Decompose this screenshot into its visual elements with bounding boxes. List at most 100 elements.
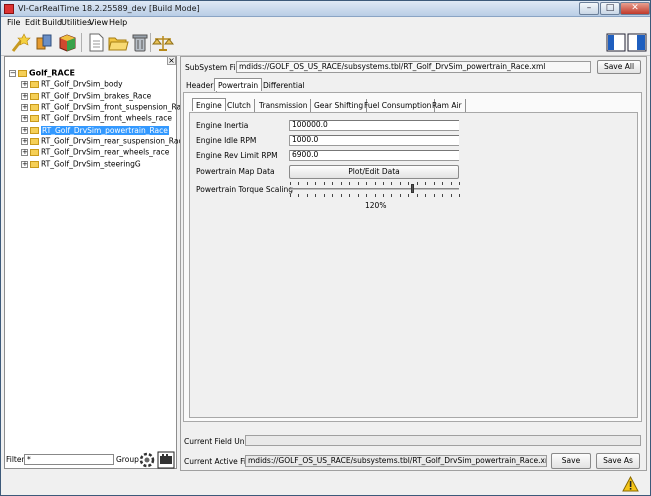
expand-icon[interactable]: + [21,126,28,134]
slider-tick [408,194,409,197]
slider-tick [315,194,316,197]
tree-root[interactable]: − Golf_RACE [9,67,75,78]
warning-icon[interactable] [622,476,639,492]
save-all-button[interactable]: Save All [597,60,641,74]
slider-tick [298,194,299,197]
expand-icon[interactable]: + [21,137,28,145]
tab-powertrain[interactable]: Powertrain [214,78,263,91]
torque-scaling-slider[interactable] [289,179,461,199]
wizard-icon[interactable] [9,32,31,53]
subtab-fuel-consumption[interactable]: Fuel Consumption [361,99,436,112]
folder-icon [30,103,39,111]
tree-item[interactable]: + RT_Golf_DrvSim_rear_wheels_race [21,146,169,157]
folder-icon [30,137,39,145]
cube-icon[interactable] [56,32,78,53]
engine-idle-rpm-label: Engine Idle RPM [196,136,257,145]
expand-icon[interactable]: + [21,80,28,88]
expand-icon[interactable]: + [21,92,28,100]
powertrain-map-label: Powertrain Map Data [196,167,275,176]
title-bar: VI-CarRealTime 18.2.25589_dev [Build Mod… [1,1,650,17]
slider-tick [442,182,443,185]
main-window: VI-CarRealTime 18.2.25589_dev [Build Mod… [0,0,651,496]
engine-icon[interactable] [157,450,175,470]
new-file-icon[interactable] [85,32,107,53]
tab-differential[interactable]: Differential [260,79,308,92]
filter-input[interactable]: * [24,454,114,465]
subtab-clutch[interactable]: Clutch [224,99,255,112]
current-active-file-label: Current Active File [184,457,253,466]
tab-header[interactable]: Header [183,79,218,92]
engine-idle-rpm-field[interactable]: 1000.0 [289,135,459,146]
folder-icon [30,126,39,134]
pane-close-button[interactable]: × [167,56,176,65]
slider-tick [358,194,359,197]
slider-tick [315,182,316,185]
slider-tick [451,194,452,197]
tree-item-selected[interactable]: + RT_Golf_DrvSim_powertrain_Race [21,124,169,135]
layout-right-icon[interactable] [626,32,648,53]
tree-item[interactable]: + RT_Golf_DrvSim_steeringG [21,158,141,169]
menu-build[interactable]: Build [42,18,62,27]
folder-icon [30,148,39,156]
engine-inertia-field[interactable]: 100000.0 [289,120,459,131]
slider-tick [400,194,401,197]
slider-tick [366,182,367,185]
collapse-icon[interactable]: − [9,69,16,77]
folder-icon [30,80,39,88]
tree-item[interactable]: + RT_Golf_DrvSim_front_wheels_race [21,112,172,123]
current-field-unit-field [245,435,641,446]
slider-tick [451,182,452,185]
tree-item[interactable]: + RT_Golf_DrvSim_brakes_Race [21,90,151,101]
menu-file[interactable]: File [7,18,20,27]
save-as-button[interactable]: Save As [596,453,640,469]
slider-tick [366,194,367,197]
tree-pane: × − Golf_RACE + RT_Golf_DrvSim_body + RT_Go… [4,56,190,469]
slider-tick [341,182,342,185]
torque-scaling-label: Powertrain Torque Scaling [196,185,294,194]
filter-row: Filter * Group [4,450,177,472]
minimize-button[interactable]: – [579,2,599,15]
subtab-ram-air[interactable]: Ram Air [429,99,466,112]
tree-item[interactable]: + RT_Golf_DrvSim_rear_suspension_Race [21,135,187,146]
slider-tick [434,182,435,185]
subtab-transmission[interactable]: Transmission [256,99,312,112]
slider-tick [349,194,350,197]
slider-tick [459,194,460,197]
menu-utilities[interactable]: Utilities [61,18,91,27]
subsystem-file-field[interactable]: mdids://GOLF_OS_US_RACE/subsystems.tbl/R… [236,61,591,73]
plot-edit-data-button[interactable]: Plot/Edit Data [289,165,459,179]
tree-item[interactable]: + RT_Golf_DrvSim_front_suspension_Race [21,101,190,112]
menu-help[interactable]: Help [109,18,127,27]
delete-icon[interactable] [129,32,151,53]
slider-tick [425,182,426,185]
engine-rev-limit-field[interactable]: 6900.0 [289,150,459,161]
powertrain-panel: Engine Clutch Transmission Gear Shifting… [183,92,642,422]
slider-thumb[interactable] [411,184,414,193]
slider-tick [324,182,325,185]
close-button[interactable]: ✕ [620,2,650,15]
subtab-engine[interactable]: Engine [192,98,226,111]
tree-item[interactable]: + RT_Golf_DrvSim_body [21,78,123,89]
balance-icon[interactable] [152,32,174,53]
slider-tick [408,182,409,185]
expand-icon[interactable]: + [21,160,28,168]
slider-tick [383,182,384,185]
expand-icon[interactable]: + [21,114,28,122]
expand-icon[interactable]: + [21,103,28,111]
component-icon[interactable] [33,32,55,53]
slider-tick [290,182,291,185]
save-button[interactable]: Save [551,453,591,469]
layout-left-icon[interactable] [605,32,627,53]
expand-icon[interactable]: + [21,148,28,156]
editor-pane: SubSystem File mdids://GOLF_OS_US_RACE/s… [180,56,647,471]
subtab-gear-shifting[interactable]: Gear Shifting [311,99,368,112]
engine-panel: Engine Inertia 100000.0 Engine Idle RPM … [189,112,638,418]
menu-edit[interactable]: Edit [25,18,41,27]
filter-label: Filter [6,455,25,464]
open-folder-icon[interactable] [107,32,129,53]
gear-icon[interactable] [138,450,156,470]
slider-tick [332,194,333,197]
slider-tick [290,194,291,197]
menu-view[interactable]: View [89,18,108,27]
maximize-button[interactable]: □ [600,2,620,15]
